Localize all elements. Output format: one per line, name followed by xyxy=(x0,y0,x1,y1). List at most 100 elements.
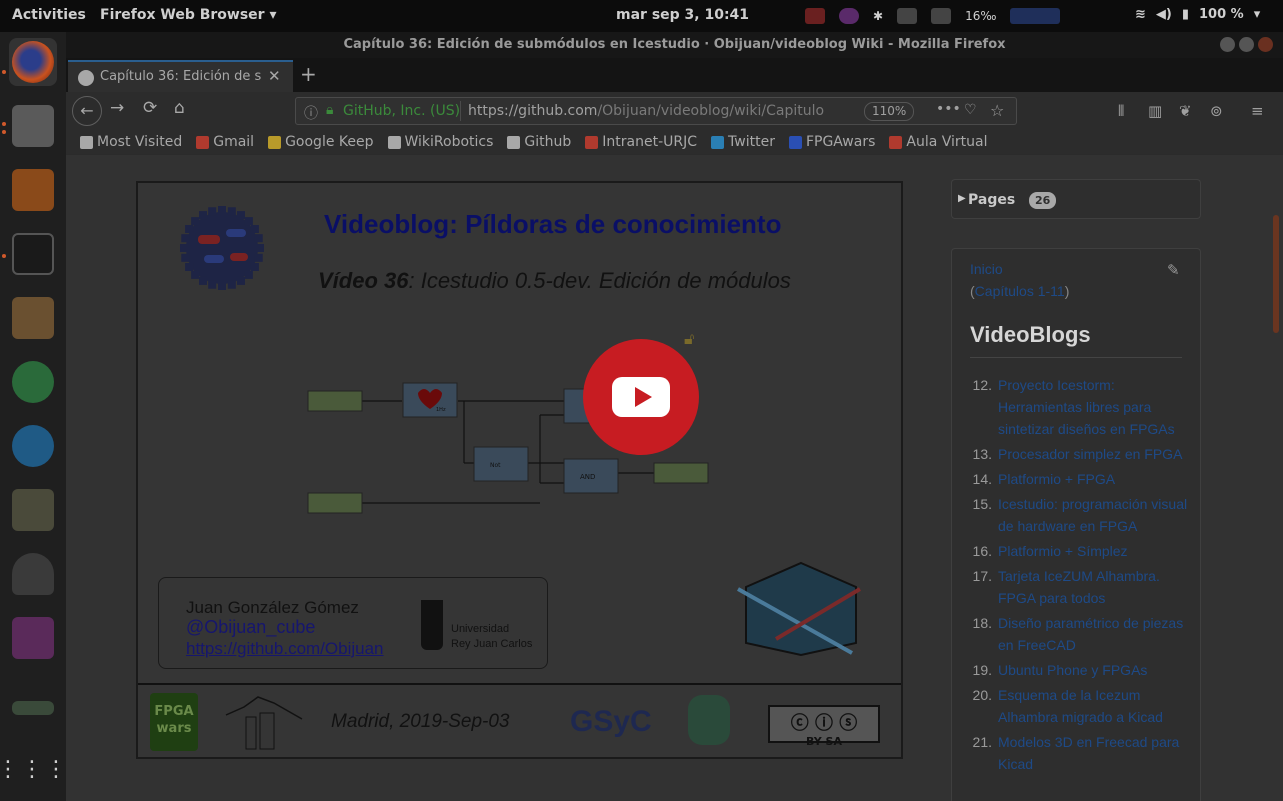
dock-firefox[interactable] xyxy=(9,38,57,86)
dock-serial[interactable] xyxy=(9,684,57,732)
app-grid-icon: ⋮⋮⋮ xyxy=(0,757,69,782)
pocket-icon[interactable]: ♡ xyxy=(964,102,977,118)
videoblog-link[interactable]: Icestudio: programación visual de hardwa… xyxy=(998,493,1188,537)
gear-tooth xyxy=(180,244,188,252)
telegram-icon xyxy=(12,425,54,467)
gear-tooth xyxy=(244,270,253,279)
wifi-icon[interactable]: ≋ xyxy=(1135,7,1146,22)
bookmark-item[interactable]: Github xyxy=(507,134,571,150)
dock-software[interactable] xyxy=(9,166,57,214)
videoblog-link[interactable]: Platformio + Símplez xyxy=(998,540,1188,562)
video-embed[interactable]: Videoblog: Píldoras de conocimiento Víde… xyxy=(136,181,903,759)
videoblog-link[interactable]: Esquema de la Icezum Alhambra migrado a … xyxy=(998,684,1188,728)
gear-tooth xyxy=(227,280,236,289)
pages-toggle[interactable]: ▶ Pages 26 xyxy=(951,179,1201,219)
videoblog-item: 18. Diseño paramétrico de piezas en FreeC… xyxy=(970,612,1190,656)
youtube-play-button[interactable] xyxy=(583,339,699,455)
not-gate-label: Not xyxy=(490,462,501,469)
caret-right-icon: ▶ xyxy=(958,193,966,204)
videoblog-item: 15. Icestudio: programación visual de har… xyxy=(970,493,1190,537)
bookmark-item[interactable]: Twitter xyxy=(711,134,775,150)
bookmark-item[interactable]: Aula Virtual xyxy=(889,134,988,150)
bluetooth-icon[interactable]: ✱ xyxy=(873,9,883,23)
gear-tooth xyxy=(181,253,190,262)
home-button[interactable]: ⌂ xyxy=(174,98,185,118)
bookmark-item[interactable]: WikiRobotics xyxy=(387,134,493,150)
app-menu[interactable]: Firefox Web Browser ▾ xyxy=(100,7,276,23)
videoblog-item: 13. Procesador simplez en FPGA xyxy=(970,443,1190,465)
bookmark-item[interactable]: Google Keep xyxy=(268,134,374,150)
dock-files[interactable] xyxy=(9,102,57,150)
tab-close-icon[interactable]: ✕ xyxy=(268,67,281,85)
bookmark-item[interactable]: Most Visited xyxy=(80,134,182,150)
url-path: /Obijuan/videoblog/wiki/Capitulo xyxy=(597,103,825,119)
lock-icon[interactable]: 🔒︎ xyxy=(326,102,333,118)
account-icon[interactable]: ⊚ xyxy=(1210,102,1228,120)
show-apps-button[interactable]: ⋮⋮⋮ xyxy=(0,746,67,794)
videoblog-link[interactable]: Ubuntu Phone y FPGAs xyxy=(998,659,1188,681)
clipboard-icon[interactable] xyxy=(897,8,918,24)
dock-gimp[interactable] xyxy=(9,486,57,534)
reload-button[interactable]: ⟳ xyxy=(143,98,157,118)
monitor-icon[interactable] xyxy=(931,8,952,24)
volume-icon[interactable]: ◀) xyxy=(1156,7,1172,22)
gear-tooth xyxy=(250,263,259,271)
videoblog-link[interactable]: Proyecto Icestorm: Herramientas libres p… xyxy=(998,374,1188,440)
window-title-bar[interactable]: Capítulo 36: Edición de submódulos en Ic… xyxy=(66,32,1283,58)
dock-atom[interactable] xyxy=(9,358,57,406)
dock-installer[interactable] xyxy=(9,294,57,342)
battery-icon[interactable]: ▮ xyxy=(1182,7,1189,22)
gear-tooth xyxy=(199,276,207,285)
bookmark-item[interactable]: Gmail xyxy=(196,134,254,150)
url-bar[interactable]: ⓘ 🔒︎ GitHub, Inc. (US) https://github.co… xyxy=(295,97,1017,125)
camera-icon[interactable] xyxy=(805,8,825,24)
back-button[interactable]: ← xyxy=(72,96,102,126)
cpu-graph-icon xyxy=(1010,8,1061,24)
hamburger-menu-icon[interactable]: ≡ xyxy=(1251,102,1269,120)
power-menu-icon[interactable]: ▾ xyxy=(1254,7,1261,22)
edit-pencil-icon[interactable]: ✎ xyxy=(1167,261,1180,279)
bookmark-item[interactable]: FPGAwars xyxy=(788,134,875,150)
app-tray-icon[interactable] xyxy=(839,8,859,24)
dock-inkscape[interactable] xyxy=(9,550,57,598)
inicio-link[interactable]: Inicio xyxy=(970,261,1003,277)
page-actions-button[interactable]: ••• xyxy=(936,101,961,117)
maximize-icon[interactable] xyxy=(1239,37,1254,52)
gear-tooth xyxy=(199,211,207,220)
atom-icon xyxy=(12,361,54,403)
activities-button[interactable]: Activities xyxy=(12,7,86,23)
videoblog-link[interactable]: Diseño paramétrico de piezas en FreeCAD xyxy=(998,612,1188,656)
clock[interactable]: mar sep 3, 10:41 xyxy=(616,7,749,23)
sidebar-toggle-icon[interactable]: ▥ xyxy=(1148,102,1166,120)
videoblog-link[interactable]: Procesador simplez en FPGA xyxy=(998,443,1188,465)
video-number: Vídeo 36 xyxy=(318,268,409,293)
zoom-indicator[interactable]: 110% xyxy=(864,102,915,121)
dock-telegram[interactable] xyxy=(9,422,57,470)
extension-icon[interactable]: ❦ xyxy=(1179,102,1197,120)
gimp-icon xyxy=(12,489,54,531)
minimize-icon[interactable] xyxy=(1220,37,1235,52)
tab-active[interactable]: Capítulo 36: Edición de s ✕ xyxy=(68,60,293,92)
videoblog-item: 20. Esquema de la Icezum Alhambra migrado… xyxy=(970,684,1190,728)
info-icon[interactable]: ⓘ xyxy=(304,103,318,123)
gear-tooth xyxy=(191,270,200,279)
bookmark-star-icon[interactable]: ☆ xyxy=(990,101,1004,120)
videoblog-number: 16. xyxy=(972,543,992,559)
close-window-icon[interactable] xyxy=(1258,37,1273,52)
author-github-link[interactable]: https://github.com/Obijuan xyxy=(186,639,384,659)
new-tab-button[interactable]: + xyxy=(300,62,317,86)
dock-recorder[interactable] xyxy=(9,614,57,662)
videoblog-link[interactable]: Modelos 3D en Freecad para Kicad xyxy=(998,731,1188,775)
url-text[interactable]: https://github.com/Obijuan/videoblog/wik… xyxy=(468,103,852,119)
forward-button[interactable]: → xyxy=(110,98,124,118)
gear-tooth xyxy=(227,207,236,216)
page-scrollbar[interactable] xyxy=(1273,215,1279,333)
videoblog-link[interactable]: Platformio + FPGA xyxy=(998,468,1188,490)
site-identity[interactable]: GitHub, Inc. (US) xyxy=(343,103,460,119)
dock-terminal[interactable] xyxy=(9,230,57,278)
bookmark-item[interactable]: Intranet-URJC xyxy=(585,134,697,150)
status-area[interactable]: ≋ ◀) ▮ 100 % ▾ xyxy=(1135,7,1260,22)
library-icon[interactable]: ⫴ xyxy=(1118,102,1136,120)
videoblog-link[interactable]: Tarjeta IceZUM Alhambra. FPGA para todos xyxy=(998,565,1188,609)
capitulos-link[interactable]: Capítulos 1-11 xyxy=(975,283,1065,299)
